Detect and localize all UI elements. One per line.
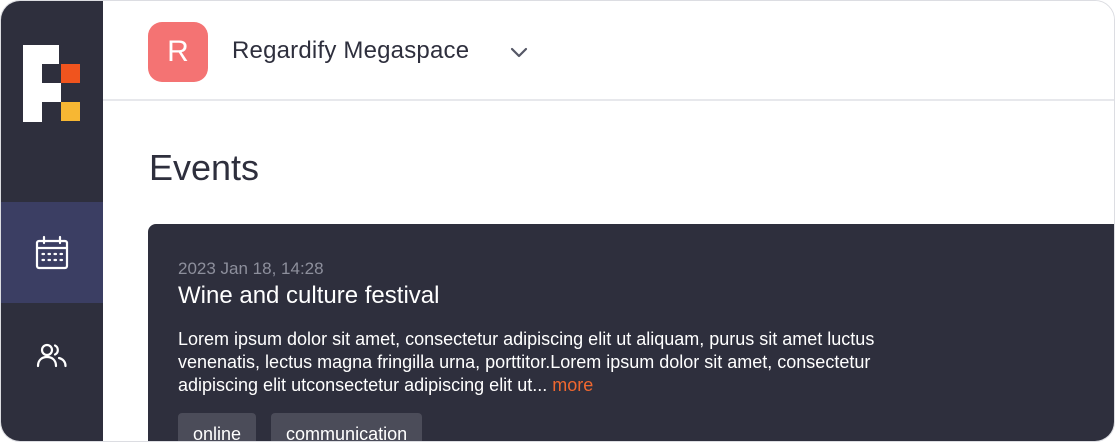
tag-communication[interactable]: communication — [271, 413, 423, 441]
sidebar-item-members[interactable] — [1, 305, 103, 406]
event-description-text: Lorem ipsum dolor sit amet, consectetur … — [178, 329, 875, 395]
chevron-down-icon[interactable] — [508, 41, 530, 63]
sidebar — [1, 1, 103, 441]
event-card[interactable]: 2023 Jan 18, 14:28 Wine and culture fest… — [148, 224, 1114, 441]
calendar-icon — [35, 235, 69, 269]
app-window: R Regardify Megaspace Events 2023 Jan 18… — [0, 0, 1115, 442]
app-logo — [23, 45, 80, 122]
event-title: Wine and culture festival — [178, 282, 440, 309]
top-header: R Regardify Megaspace — [103, 1, 1114, 101]
more-link[interactable]: more — [552, 375, 593, 395]
users-icon — [36, 343, 67, 367]
event-date: 2023 Jan 18, 14:28 — [178, 259, 324, 278]
workspace-name[interactable]: Regardify Megaspace — [232, 37, 469, 65]
workspace-avatar[interactable]: R — [148, 22, 208, 82]
page-title: Events — [149, 147, 260, 188]
sidebar-item-events[interactable] — [1, 202, 103, 303]
tag-online[interactable]: online — [178, 413, 257, 441]
event-description: Lorem ipsum dolor sit amet, consectetur … — [178, 328, 898, 397]
event-tags: online communication — [178, 413, 423, 441]
